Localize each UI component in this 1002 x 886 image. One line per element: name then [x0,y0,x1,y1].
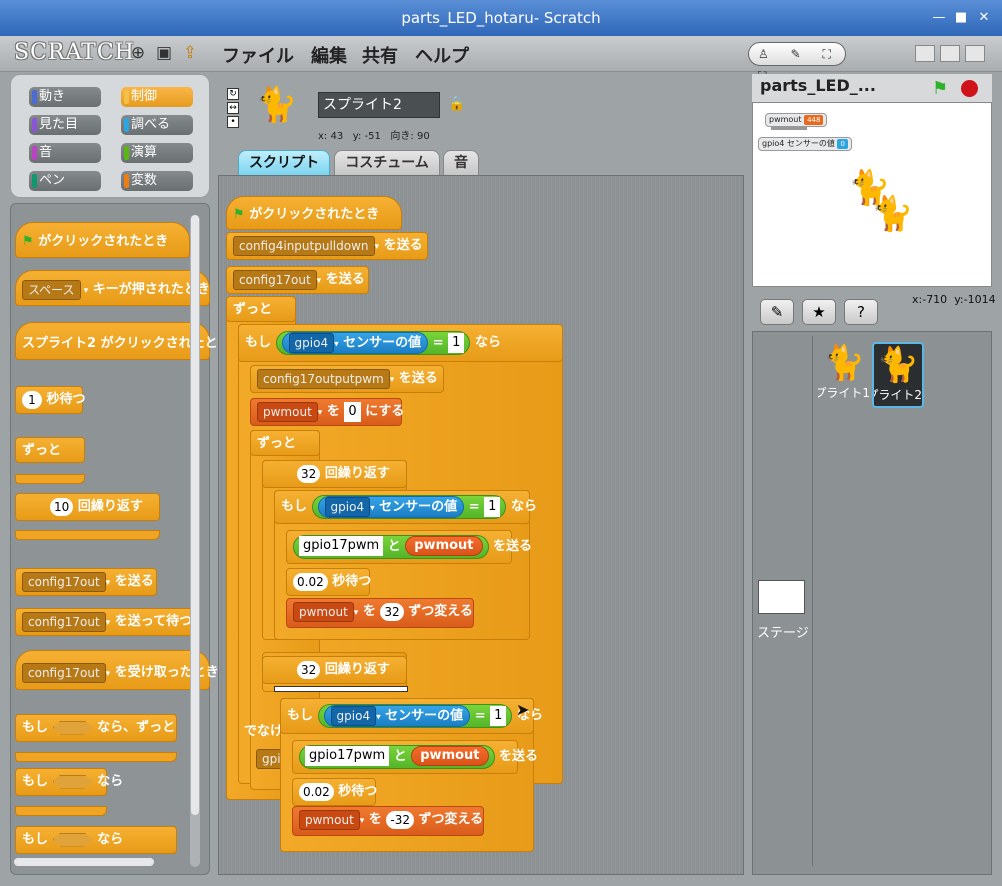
category-pen[interactable]: ペン [29,171,101,191]
wait-block-2[interactable]: 0.02 秒待つ [292,778,377,806]
send-gpio17pwm-block-2[interactable]: gpio17pwm と pwmout を送る [292,740,538,774]
if-sensor-block-inner[interactable]: もし gpio4 ▾ センサーの値 = 1 なら [274,490,537,524]
change-variable-block-2[interactable]: pwmout ▾ を -32 ずつ変える [292,806,484,836]
category-panel: 動き 制御 見た目 調べる 音 演算 ペン 変数 [10,74,210,198]
forever-block-inner[interactable]: ずっと [250,430,320,456]
globe-icon[interactable]: ⊕ [128,42,148,64]
flip-icon[interactable]: ↔ [227,102,239,114]
sprite-thumb-1[interactable]: 🐈スプライト1 [818,342,870,408]
palette-repeat-foot [15,530,160,540]
monitor-gpio4[interactable]: gpio4 センサーの値 0 [758,137,852,151]
scratch-logo: SCRATCH [14,40,135,65]
menu-file[interactable]: ファイル [222,42,294,68]
drop-indicator [274,686,408,692]
broadcast-config17out-block[interactable]: config17out ▾ を送る [226,266,369,294]
save-icon[interactable]: ▣ [154,42,174,64]
layout-presentation-icon[interactable] [965,45,985,62]
close-icon[interactable]: ✕ [975,9,993,27]
palette-sprite-click-hat[interactable]: スプライト2 がクリックされたとき [15,322,231,360]
palette-repeat-block[interactable]: 10 回繰り返す [15,493,160,521]
tab-scripts[interactable]: スクリプト [238,150,330,175]
palette-broadcast-wait-block[interactable]: config17out ▾ を送って待つ [15,608,195,636]
category-sensing[interactable]: 調べる [121,115,193,135]
palette-if-forever-block[interactable]: もし なら、ずっと [15,714,177,742]
layout-small-icon[interactable] [940,45,960,62]
forever-block[interactable]: ずっと [226,296,296,322]
palette-scrollbar[interactable] [190,215,200,867]
sprite-coords: x: 43 y: -51 向き: 90 [318,131,430,142]
random-sprite-icon[interactable]: ? [844,299,878,325]
sprite-thumb-2[interactable]: 🐈スプライト2 [872,342,924,408]
sprite-thumbnail-cat: 🐈 [255,85,298,125]
category-variables[interactable]: 変数 [121,171,193,191]
stage-coords: x:-710 y:-1014 [912,293,996,306]
window-title-bar: parts_LED_hotaru- Scratch — ■ ✕ [0,0,1002,36]
send-gpio17pwm-block[interactable]: gpio17pwm と pwmout を送る [286,530,532,564]
dragged-if-block[interactable]: もし gpio4 ▾ センサーの値 = 1 なら [280,698,543,734]
palette-forever-foot [15,474,85,484]
palette-broadcast-block[interactable]: config17out ▾ を送る [15,568,157,596]
monitor-slider[interactable] [771,127,807,130]
category-looks[interactable]: 見た目 [29,115,101,135]
layout-normal-icon[interactable] [915,45,935,62]
paint-new-sprite-icon[interactable]: ✎ [760,299,794,325]
broadcast-config17pwm-block[interactable]: config17outputpwm ▾ を送る [250,365,444,393]
category-sound[interactable]: 音 [29,143,101,163]
stop-button[interactable] [961,80,978,97]
tab-costumes[interactable]: コスチューム [334,150,440,175]
if-sensor-block[interactable]: もし gpio4 ▾ センサーの値 = 1 なら [238,324,563,362]
palette-if-block[interactable]: もし なら [15,768,123,796]
palette-if-else-block[interactable]: もし なら [15,826,177,854]
green-flag-icon: ⚑ [233,207,245,222]
palette-forever-block[interactable]: ずっと [15,437,85,463]
palette-receive-hat[interactable]: config17out ▾ を受け取ったとき [15,650,219,690]
repeat-block-2[interactable]: 32 回繰り返す [262,656,407,684]
palette-if-foot [15,806,107,816]
window-title: parts_LED_hotaru- Scratch [401,9,601,27]
monitor-pwmout[interactable]: pwmout 448 [765,113,828,127]
choose-sprite-icon[interactable]: ★ [802,299,836,325]
stage[interactable]: pwmout 448 gpio4 センサーの値 0 🐈 🐈 [752,102,992,287]
wait-block-1[interactable]: 0.02 秒待つ [286,568,371,596]
green-flag-icon: ⚑ [22,234,34,249]
maximize-icon[interactable]: ■ [952,9,970,27]
tab-sounds[interactable]: 音 [443,150,479,175]
sprite-pane-divider [812,336,813,866]
menu-edit[interactable]: 編集 [311,42,347,68]
palette-hscrollbar[interactable] [14,858,154,866]
set-variable-block[interactable]: pwmout ▾ を 0 にする [250,398,404,426]
share-icon[interactable]: ⇪ [180,42,200,64]
stage-sprite-2[interactable]: 🐈 [871,193,913,235]
category-motion[interactable]: 動き [29,87,101,107]
category-operators[interactable]: 演算 [121,143,193,163]
minimize-icon[interactable]: — [930,9,948,27]
project-title: parts_LED_... [760,76,876,95]
palette-wait-block[interactable]: 1 秒待つ [15,386,86,414]
stage-thumbnail[interactable] [758,580,805,614]
lock-icon[interactable]: 🔒 [448,96,465,112]
repeat-block-1[interactable]: 32 回繰り返す [262,460,407,488]
change-variable-block-1[interactable]: pwmout ▾ を 32 ずつ変える [286,598,474,628]
rotate-icon[interactable]: ↻ [227,88,239,100]
palette-green-flag-hat[interactable]: ⚑ がクリックされたとき [15,222,190,258]
green-flag-button[interactable]: ⚑ [932,78,948,99]
menu-share[interactable]: 共有 [362,42,398,68]
no-rotate-icon[interactable]: • [227,116,239,128]
palette-key-hat[interactable]: スペース ▾ キーが押されたとき [15,270,210,306]
palette-if-forever-foot [15,752,177,762]
sprite-name-field[interactable]: スプライト2 [318,92,440,118]
menu-help[interactable]: ヘルプ [415,42,469,68]
category-control[interactable]: 制御 [121,87,193,107]
mouse-cursor-icon: ➤ [516,700,530,719]
mode-toolbar[interactable]: ♙ ✎ ⛶ ⛶ [748,42,846,83]
stage-label: ステージ [757,626,809,641]
menu-bar [0,36,1002,72]
green-flag-hat-block[interactable]: ⚑ がクリックされたとき [226,196,402,230]
broadcast-config4-block[interactable]: config4inputpulldown ▾ を送る [226,232,428,260]
